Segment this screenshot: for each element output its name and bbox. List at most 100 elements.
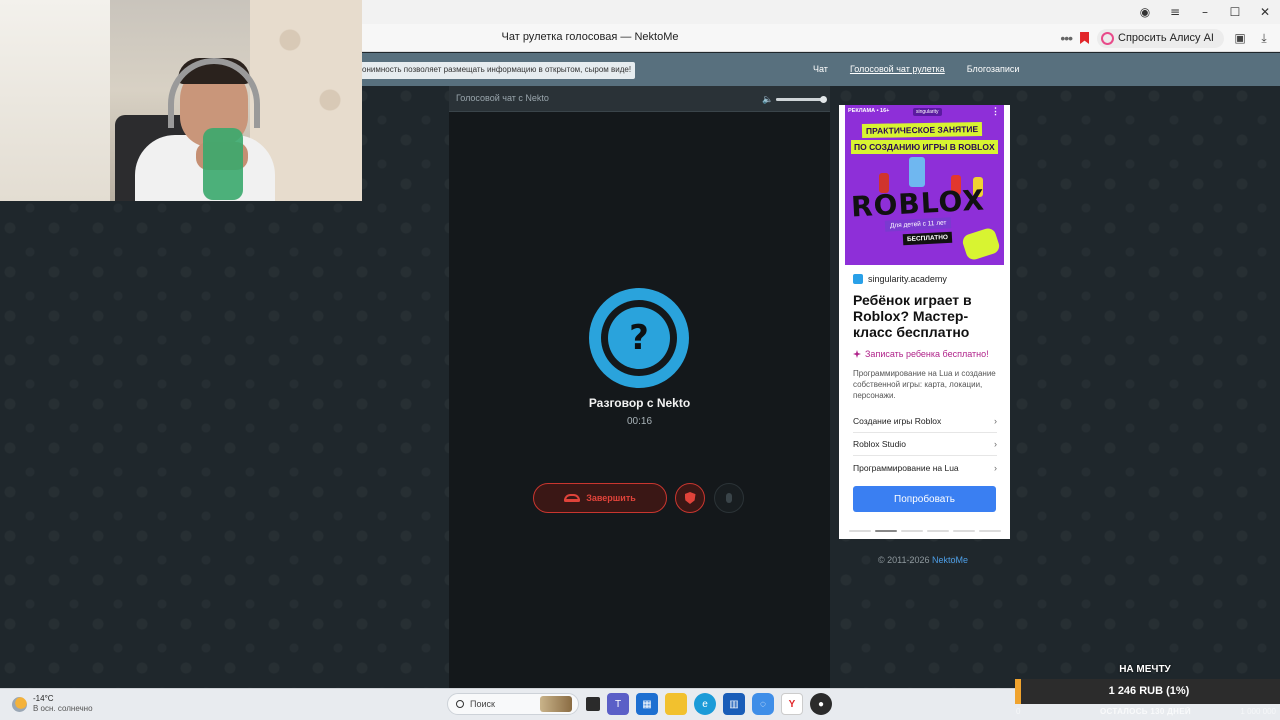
donation-progress-bar: 1 246 RUB (1%) — [1015, 679, 1280, 704]
chat-header: Голосовой чат с Nekto 🔈 — [449, 86, 830, 112]
shield-icon — [684, 492, 696, 504]
alice-icon — [1101, 31, 1115, 45]
end-call-label: Завершить — [586, 493, 636, 503]
nav-links: Чат Голосовой чат рулетка Блогозаписи — [813, 64, 1019, 74]
chevron-right-icon: › — [994, 416, 997, 426]
ask-alice-label: Спросить Алису AI — [1118, 32, 1214, 44]
partner-avatar: ? — [589, 288, 689, 388]
ad-link-item[interactable]: Roblox Studio › — [853, 433, 997, 456]
ask-alice-button[interactable]: Спросить Алису AI — [1097, 28, 1224, 48]
carousel-dot[interactable] — [901, 530, 923, 532]
volume-fill — [776, 97, 824, 101]
ad-brand-badge: singularity — [913, 108, 942, 116]
maximize-button[interactable]: ☐ — [1220, 0, 1250, 24]
taskbar-search-placeholder: Поиск — [470, 699, 495, 709]
ad-link-label: Создание игры Roblox — [853, 416, 942, 426]
nav-link-voice-chat[interactable]: Голосовой чат рулетка — [850, 64, 945, 74]
nav-link-chat[interactable]: Чат — [813, 64, 828, 74]
donation-title: НА МЕЧТУ — [1119, 664, 1171, 675]
ad-banner-image[interactable]: РЕКЛАМА • 16+ singularity ⋮ ПРАКТИЧЕСКОЕ… — [845, 105, 1004, 265]
roblox-logo: ROBLOX — [850, 183, 986, 224]
donation-amount: 1 246 RUB (1%) — [1108, 685, 1190, 697]
downloads-icon[interactable]: ⤓ — [1256, 30, 1272, 46]
task-manager-icon[interactable]: ▥ — [723, 693, 745, 715]
gamepad-icon — [960, 226, 1002, 262]
app-icon[interactable]: ● — [810, 693, 832, 715]
windows-start-icon[interactable] — [423, 696, 440, 713]
profile-icon[interactable]: ◉ — [1130, 0, 1160, 24]
weather-description: В осн. солнечно — [33, 704, 93, 713]
chat-header-title: Голосовой чат с Nekto — [456, 93, 549, 103]
question-mark-icon: ? — [608, 307, 670, 369]
ad-description: Программирование на Lua и создание собст… — [853, 369, 996, 400]
ad-site[interactable]: singularity.academy — [853, 274, 947, 284]
bookmark-icon[interactable] — [1080, 32, 1090, 44]
speaker-icon: 🔈 — [762, 94, 774, 104]
collections-icon[interactable]: ▣ — [1232, 30, 1248, 46]
ad-signup-label: Записать ребенка бесплатно! — [865, 349, 989, 359]
ad-block[interactable]: РЕКЛАМА • 16+ singularity ⋮ ПРАКТИЧЕСКОЕ… — [839, 105, 1010, 539]
webcam-bottle — [203, 128, 243, 200]
weather-widget[interactable]: -14°C В осн. солнечно — [12, 694, 93, 714]
sparkle-icon — [853, 350, 861, 358]
address-bar-actions: ••• Спросить Алису AI ▣ ⤓ — [1060, 27, 1272, 49]
ad-headline[interactable]: Ребёнок играет в Roblox? Мастер-класс бе… — [853, 292, 1003, 340]
ad-banner-headline-1: ПРАКТИЧЕСКОЕ ЗАНЯТИЕ — [861, 121, 983, 139]
ad-link-label: Roblox Studio — [853, 439, 906, 449]
donation-max: 1 000 000 — [1240, 707, 1276, 716]
hangup-phone-icon — [564, 494, 581, 502]
file-explorer-icon[interactable] — [665, 693, 687, 715]
search-icon — [456, 700, 464, 708]
volume-slider[interactable] — [776, 95, 827, 103]
messenger-icon[interactable]: ◌ — [752, 693, 774, 715]
carousel-dot[interactable] — [875, 530, 897, 532]
report-button[interactable] — [675, 483, 705, 513]
carousel-dot[interactable] — [979, 530, 1001, 532]
edge-icon[interactable]: e — [694, 693, 716, 715]
webcam-overlay — [0, 0, 362, 201]
avatar-ring-inner: ? — [601, 300, 677, 376]
store-icon[interactable]: ▦ — [636, 693, 658, 715]
close-button[interactable]: ✕ — [1250, 0, 1280, 24]
conversation-title: Разговор с Nekto — [588, 396, 691, 410]
task-view-icon[interactable] — [586, 697, 600, 711]
end-call-button[interactable]: Завершить — [533, 483, 667, 513]
weather-temperature: -14°C — [33, 694, 54, 703]
carousel-dot[interactable] — [953, 530, 975, 532]
carousel-dot[interactable] — [927, 530, 949, 532]
more-icon[interactable]: ••• — [1060, 30, 1073, 46]
teams-icon[interactable]: T — [607, 693, 629, 715]
ad-carousel-dots — [849, 530, 1001, 532]
ad-links: Создание игры Roblox › Roblox Studio › П… — [853, 410, 997, 479]
chevron-right-icon: › — [994, 462, 997, 473]
weather-text: -14°C В осн. солнечно — [33, 694, 93, 714]
volume-knob[interactable] — [820, 95, 827, 103]
minimize-button[interactable]: – — [1190, 0, 1220, 24]
ad-age-note: Для детей с 11 лет — [884, 217, 952, 232]
ad-menu-icon[interactable]: ⋮ — [991, 107, 1000, 116]
figure-2 — [909, 157, 925, 187]
ad-free-note: БЕСПЛАТНО — [902, 231, 953, 246]
taskbar-apps: Поиск T ▦ e ▥ ◌ Y ● — [423, 693, 832, 715]
ad-banner-headline-2: ПО СОЗДАНИЮ ИГРЫ В ROBLOX — [851, 140, 998, 154]
ad-signup-link[interactable]: Записать ребенка бесплатно! — [853, 349, 989, 359]
taskbar-search[interactable]: Поиск — [447, 693, 579, 715]
ad-link-item[interactable]: Создание игры Roblox › — [853, 410, 997, 433]
carousel-dot[interactable] — [849, 530, 871, 532]
webcam-window-light — [0, 0, 110, 201]
ad-try-button[interactable]: Попробовать — [853, 486, 996, 512]
donation-remaining: ОСТАЛОСЬ 130 ДНЕЙ — [1100, 707, 1191, 716]
copyright-brand-link[interactable]: NektoMe — [932, 555, 968, 565]
ad-link-item[interactable]: Программирование на Lua › — [853, 456, 997, 479]
window-controls: ◉ ≡ – ☐ ✕ — [1130, 0, 1280, 24]
copyright-text: © 2011-2026 — [878, 555, 933, 565]
anonymity-notice: онимность позволяет размещать информацию… — [358, 62, 636, 79]
copyright: © 2011-2026 NektoMe — [878, 555, 968, 565]
yandex-browser-icon[interactable]: Y — [781, 693, 803, 715]
microphone-icon — [726, 493, 732, 503]
nav-link-blog[interactable]: Блогозаписи — [967, 64, 1020, 74]
mute-button[interactable] — [714, 483, 744, 513]
chevron-right-icon: › — [994, 439, 997, 449]
volume-control[interactable]: 🔈 — [762, 94, 827, 104]
menu-icon[interactable]: ≡ — [1160, 0, 1190, 24]
